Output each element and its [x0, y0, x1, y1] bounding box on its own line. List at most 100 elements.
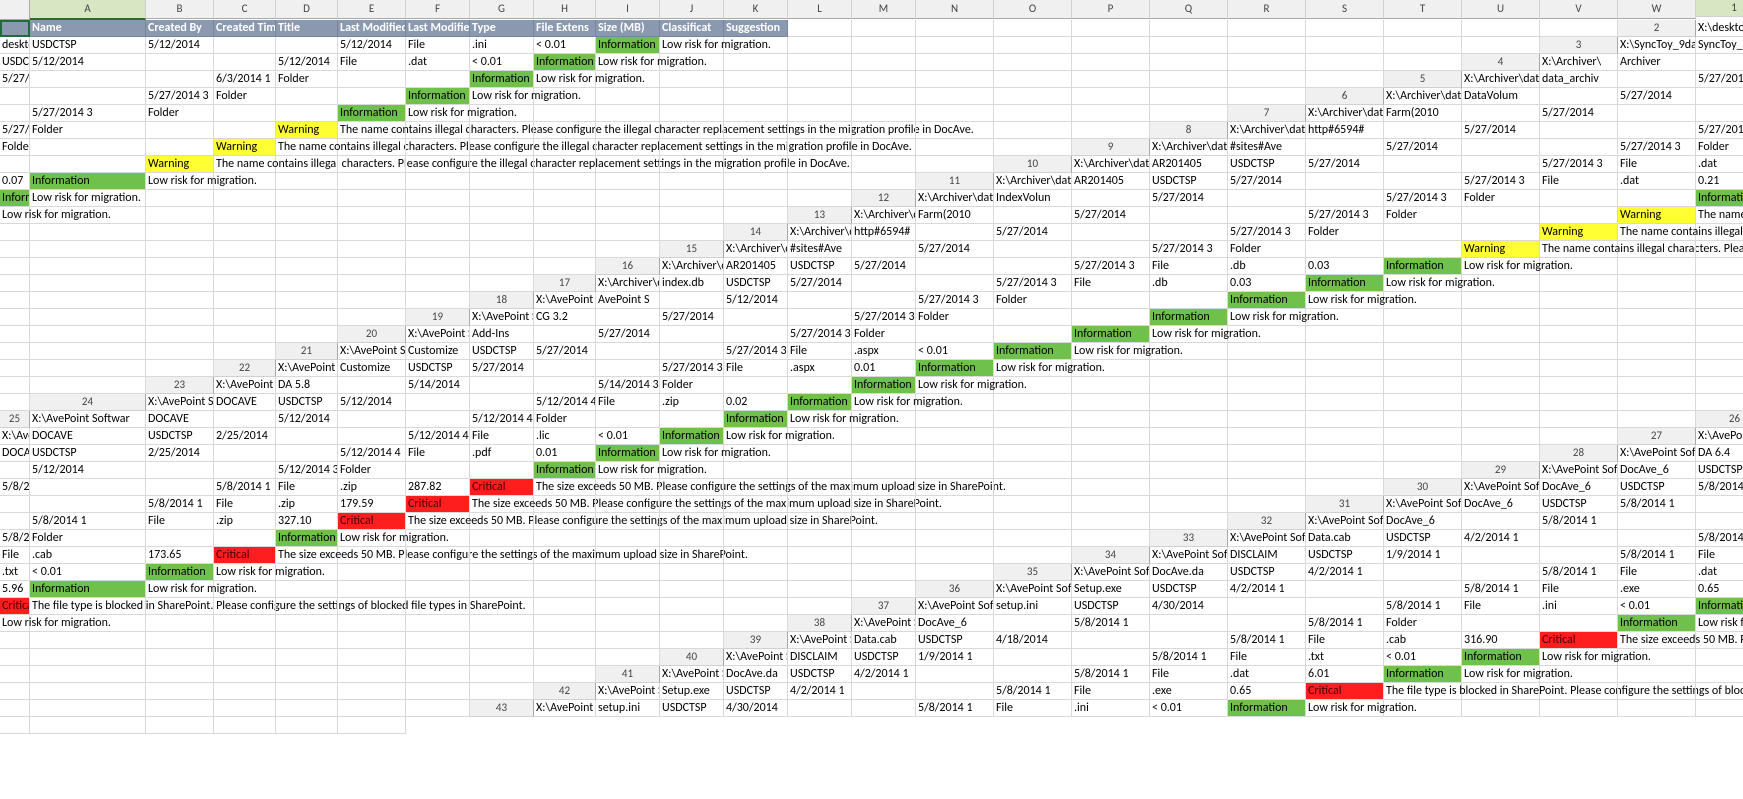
cell-empty[interactable] — [1072, 71, 1150, 88]
cell-empty[interactable] — [338, 581, 406, 598]
cell-suggestion[interactable]: Low risk for migration. — [1150, 326, 1228, 343]
cell-empty[interactable] — [1540, 683, 1618, 700]
cell-createdby[interactable]: USDCTSP — [1228, 564, 1306, 581]
cell-empty[interactable] — [470, 241, 534, 258]
cell-empty[interactable] — [1306, 445, 1384, 462]
cell-empty[interactable] — [916, 88, 994, 105]
cell-classification[interactable]: Information — [596, 37, 660, 54]
cell-size[interactable] — [1150, 292, 1228, 309]
cell-empty[interactable] — [1306, 54, 1384, 71]
cell-empty[interactable] — [146, 241, 214, 258]
cell-size[interactable] — [1618, 190, 1696, 207]
cell-empty[interactable] — [1540, 377, 1618, 394]
cell-empty[interactable] — [30, 632, 146, 649]
cell-lastmod2[interactable]: 5/27/2014 3 — [1306, 207, 1384, 224]
cell-size[interactable]: 5.96 — [0, 581, 30, 598]
cell-size[interactable] — [338, 88, 406, 105]
cell-lastmod2[interactable]: 5/12/2014 4 — [406, 428, 470, 445]
cell-empty[interactable] — [1462, 275, 1540, 292]
cell-empty[interactable] — [214, 309, 276, 326]
cell-createdby[interactable]: USDCTSP — [1384, 530, 1462, 547]
cell-empty[interactable] — [276, 581, 338, 598]
cell-empty[interactable] — [660, 496, 724, 513]
cell-type[interactable]: Folder — [994, 292, 1072, 309]
cell-empty[interactable] — [338, 139, 406, 156]
cell-empty[interactable] — [406, 700, 470, 717]
cell-createdtime[interactable]: 1/9/2014 1 — [1384, 547, 1462, 564]
cell-ext[interactable] — [724, 377, 788, 394]
cell-empty[interactable] — [1306, 377, 1384, 394]
cell-empty[interactable] — [338, 224, 406, 241]
cell-empty[interactable] — [1072, 496, 1150, 513]
cell-path[interactable]: X:\Archiver\data_arc — [994, 173, 1072, 190]
cell-size[interactable]: 0.65 — [1228, 683, 1306, 700]
cell-empty[interactable] — [852, 462, 916, 479]
cell-title[interactable] — [1072, 224, 1150, 241]
cell-empty[interactable] — [146, 632, 214, 649]
cell-empty[interactable] — [406, 581, 470, 598]
cell-lastmod[interactable] — [276, 445, 338, 462]
cell-name[interactable]: Customize — [406, 343, 470, 360]
cell-ext[interactable]: .zip — [276, 496, 338, 513]
cell-size[interactable]: 0.07 — [0, 173, 30, 190]
cell-empty[interactable] — [146, 360, 214, 377]
cell-classification[interactable]: Warning — [1462, 241, 1540, 258]
cell-empty[interactable] — [276, 275, 338, 292]
cell-empty[interactable] — [1072, 122, 1150, 139]
cell-empty[interactable] — [852, 54, 916, 71]
cell-empty[interactable] — [534, 513, 596, 530]
cell-empty[interactable] — [406, 139, 470, 156]
cell-empty[interactable] — [724, 122, 788, 139]
cell-path[interactable]: X:\AvePoint Softwar — [1462, 479, 1540, 496]
cell-suggestion[interactable]: Low risk for migration. — [406, 105, 470, 122]
cell-classification[interactable]: Information — [0, 190, 30, 207]
cell-empty[interactable] — [660, 564, 724, 581]
cell-path[interactable]: X:\Archiver\data_arc — [1384, 88, 1462, 105]
cell-createdby[interactable] — [338, 377, 406, 394]
cell-createdtime[interactable]: 4/2/2014 1 — [1228, 581, 1306, 598]
cell-empty[interactable] — [214, 581, 276, 598]
col-header-G[interactable]: G — [470, 0, 534, 19]
cell-empty[interactable] — [724, 139, 788, 156]
cell-empty[interactable] — [534, 173, 596, 190]
cell-ext[interactable]: .pdf — [470, 445, 534, 462]
cell-empty[interactable] — [994, 513, 1072, 530]
cell-ext[interactable]: .ini — [1540, 598, 1618, 615]
cell-classification[interactable]: Information — [852, 377, 916, 394]
cell-empty[interactable] — [1462, 683, 1540, 700]
cell-empty[interactable] — [1150, 411, 1228, 428]
cell-empty[interactable] — [276, 700, 338, 717]
col-header-V[interactable]: V — [1540, 0, 1618, 19]
cell-classification[interactable]: Information — [534, 462, 596, 479]
cell-createdby[interactable]: USDCTSP — [1540, 496, 1618, 513]
cell-path[interactable]: X:\AvePoint Softwar — [1228, 530, 1306, 547]
cell-suggestion[interactable]: Low risk for migration. — [596, 462, 660, 479]
cell-name[interactable]: Add-Ins — [470, 326, 534, 343]
cell-classification[interactable]: Warning — [276, 122, 338, 139]
cell-empty[interactable] — [30, 360, 146, 377]
cell-empty[interactable] — [596, 530, 660, 547]
cell-empty[interactable] — [788, 54, 852, 71]
cell-empty[interactable] — [916, 513, 994, 530]
cell-createdtime[interactable]: 4/30/2014 — [1150, 598, 1228, 615]
cell-empty[interactable] — [660, 173, 724, 190]
cell-lastmod[interactable] — [994, 666, 1072, 683]
cell-title[interactable] — [1306, 173, 1384, 190]
cell-empty[interactable] — [994, 394, 1072, 411]
row-header-1[interactable]: 1 — [1696, 0, 1743, 17]
cell-title[interactable] — [1696, 496, 1743, 513]
cell-title[interactable] — [470, 377, 534, 394]
cell-path[interactable]: X:\Archiver\data_arc — [788, 224, 852, 241]
cell-name[interactable]: AR201405 — [1150, 156, 1228, 173]
row-header-32[interactable]: 32 — [1228, 513, 1306, 530]
cell-empty[interactable] — [1540, 411, 1618, 428]
cell-empty[interactable] — [994, 54, 1072, 71]
cell-empty[interactable] — [1696, 360, 1743, 377]
cell-suggestion[interactable]: The size exceeds 50 MB. Please configure… — [276, 547, 338, 564]
cell-empty[interactable] — [30, 377, 146, 394]
cell-size[interactable] — [660, 411, 724, 428]
cell-ext[interactable] — [596, 411, 660, 428]
cell-path[interactable]: X:\Archiver\data_arc — [1228, 122, 1306, 139]
cell-createdtime[interactable]: 5/14/2014 — [406, 377, 470, 394]
cell-empty[interactable] — [596, 71, 660, 88]
